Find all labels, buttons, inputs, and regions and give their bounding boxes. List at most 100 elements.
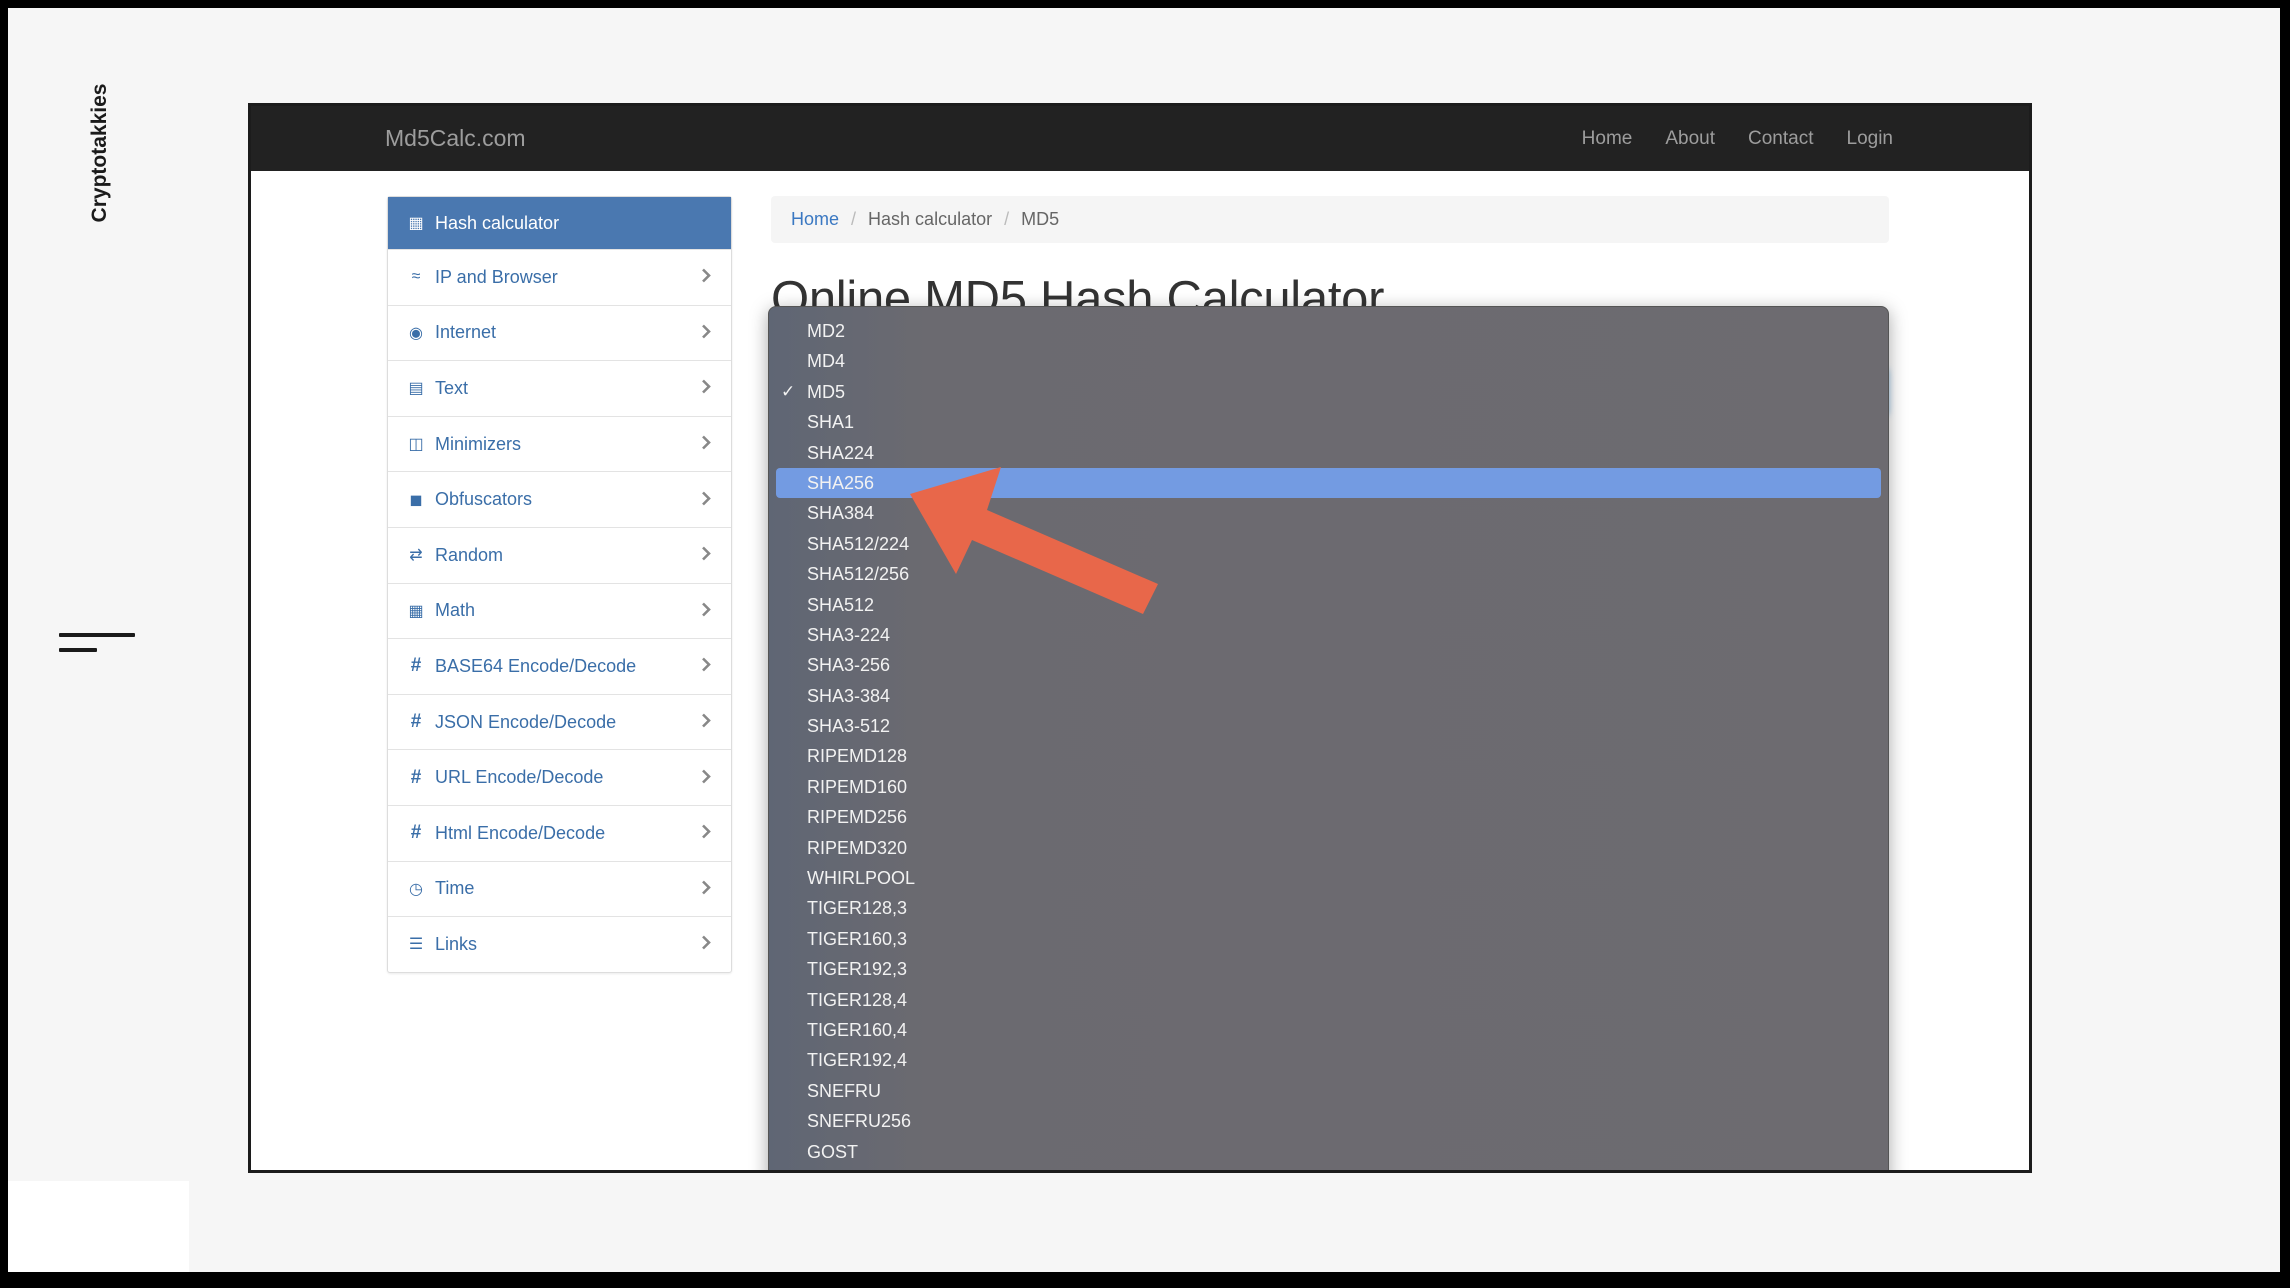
breadcrumb-home[interactable]: Home [791, 209, 839, 230]
shuffle-icon: ⇄ [409, 547, 423, 565]
sidebar-item-label: Html Encode/Decode [435, 822, 606, 843]
dropdown-option-label: SHA256 [807, 472, 875, 493]
chevron-right-icon [701, 378, 711, 399]
sidebar-item[interactable]: ≈ IP and Browser [388, 249, 731, 305]
file-text-icon: ▤ [408, 380, 424, 398]
dropdown-option[interactable]: ✓ MD5 [776, 377, 1881, 407]
dropdown-option-label: MD2 [807, 321, 846, 341]
sidebar-item-label: Links [435, 933, 478, 954]
dropdown-option[interactable]: SHA1 [776, 407, 1881, 437]
dropdown-option[interactable]: SHA3-512 [776, 711, 1881, 741]
dropdown-option[interactable]: SHA512/224 [776, 529, 1881, 559]
dropdown-option[interactable]: TIGER128,4 [776, 985, 1881, 1015]
dropdown-option[interactable]: SHA512/256 [776, 559, 1881, 589]
dropdown-option-label: TIGER128,3 [807, 898, 908, 919]
hamburger-icon[interactable] [59, 633, 139, 663]
sidebar-item-label: Internet [435, 322, 497, 343]
dropdown-option[interactable]: TIGER192,4 [776, 1045, 1881, 1075]
dropdown-option-label: TIGER192,3 [807, 959, 908, 980]
sidebar-item[interactable]: ◼ Obfuscators [388, 471, 731, 527]
sidebar-item-label: Time [435, 878, 475, 899]
sidebar-item-label: BASE64 Encode/Decode [435, 655, 637, 676]
dropdown-option-label: SHA3-384 [807, 685, 891, 706]
dropdown-option-label: TIGER192,4 [807, 1050, 908, 1071]
sidebar-item[interactable]: # JSON Encode/Decode [388, 693, 731, 750]
sidebar-item-label: JSON Encode/Decode [435, 711, 617, 732]
dropdown-option-label: WHIRLPOOL [807, 868, 916, 889]
checkmark-icon: ✓ [781, 381, 796, 401]
sidebar-item-label: Math [435, 600, 476, 621]
dropdown-option-label: RIPEMD320 [807, 837, 908, 858]
dropdown-option-label: SHA512 [807, 594, 875, 615]
zip-file-icon: ◫ [408, 436, 424, 454]
sidebar-item-label: Obfuscators [435, 489, 533, 510]
chevron-right-icon [701, 267, 711, 288]
dropdown-option-label: TIGER160,4 [807, 1019, 908, 1040]
dropdown-option[interactable]: RIPEMD256 [776, 802, 1881, 832]
chevron-right-icon [701, 823, 711, 844]
hash-icon: # [410, 711, 422, 733]
chevron-right-icon [701, 545, 711, 566]
sidebar-item[interactable]: ◫ Minimizers [388, 415, 731, 472]
chevron-right-icon [701, 767, 711, 788]
breadcrumb-current: MD5 [1021, 209, 1060, 229]
dropdown-option[interactable]: WHIRLPOOL [776, 863, 1881, 893]
chevron-right-icon [701, 934, 711, 955]
dropdown-option[interactable]: TIGER192,3 [776, 954, 1881, 984]
nav-login[interactable]: Login [1847, 106, 1894, 171]
sidebar: ▦ Hash calculator ≈ IP and Browser ◉ Internet… [387, 196, 732, 973]
dropdown-option[interactable]: TIGER128,3 [776, 893, 1881, 923]
chevron-right-icon [701, 878, 711, 899]
hash-icon: # [410, 655, 422, 677]
dropdown-option-label: MD4 [807, 351, 846, 372]
sidebar-item[interactable]: ▤ Text [388, 360, 731, 416]
dropdown-option[interactable]: MD2 [776, 316, 1881, 346]
dropdown-option[interactable]: SHA3-224 [776, 620, 1881, 650]
breadcrumb-section: Hash calculator [868, 209, 993, 229]
dropdown-option-label: MD5 [807, 381, 846, 402]
wifi-icon: ≈ [411, 268, 421, 286]
dropdown-option[interactable]: TIGER160,3 [776, 924, 1881, 954]
breadcrumb: Home / Hash calculator / MD5 [771, 196, 1889, 243]
dropdown-option[interactable]: RIPEMD160 [776, 772, 1881, 802]
nav-home[interactable]: Home [1582, 106, 1633, 171]
dropdown-option[interactable]: SHA224 [776, 438, 1881, 468]
sidebar-item-label: Hash calculator [435, 212, 560, 233]
sidebar-item[interactable]: ☰ Links [388, 916, 731, 972]
dropdown-option[interactable]: RIPEMD128 [776, 741, 1881, 771]
dropdown-option[interactable]: SHA3-256 [776, 650, 1881, 680]
dropdown-option-label: SHA512/224 [807, 533, 910, 554]
nav-about[interactable]: About [1665, 106, 1715, 171]
dropdown-option[interactable]: RIPEMD320 [776, 833, 1881, 863]
nav-contact[interactable]: Contact [1748, 106, 1813, 171]
dropdown-option[interactable]: TIGER160,4 [776, 1015, 1881, 1045]
chevron-right-icon [701, 322, 711, 343]
hash-type-dropdown[interactable]: MD2 MD4 ✓ MD5 SHA1 SHA224 SHA256 SHA384 SHA512/2… [768, 306, 1889, 1170]
dropdown-option[interactable]: SHA256 [776, 467, 1881, 499]
dropdown-option[interactable]: MD4 [776, 346, 1881, 376]
dropdown-option[interactable]: GOST [776, 1137, 1881, 1167]
dropdown-option-label: RIPEMD160 [807, 776, 908, 797]
calculator-icon: ▦ [408, 602, 424, 620]
dropdown-option-label: SHA3-224 [807, 624, 891, 645]
sidebar-item[interactable]: ◉ Internet [388, 304, 731, 361]
dropdown-option[interactable]: SHA3-384 [776, 681, 1881, 711]
globe-icon: ◉ [409, 324, 423, 342]
sidebar-item[interactable]: ▦ Math [388, 582, 731, 639]
dropdown-option[interactable]: SHA384 [776, 498, 1881, 528]
hash-icon: # [410, 822, 422, 844]
sidebar-item[interactable]: ▦ Hash calculator [388, 197, 731, 249]
sidebar-item-label: IP and Browser [435, 266, 558, 287]
dropdown-option[interactable]: SNEFRU [776, 1076, 1881, 1106]
site-logo[interactable]: Md5Calc.com [385, 106, 526, 171]
sidebar-item[interactable]: # URL Encode/Decode [388, 749, 731, 805]
dropdown-option-label: SHA224 [807, 442, 875, 463]
nav-links: Home About Contact Login [1549, 106, 1893, 171]
dropdown-option[interactable]: SNEFRU256 [776, 1106, 1881, 1136]
sidebar-item[interactable]: ◷ Time [388, 860, 731, 917]
sidebar-item[interactable]: ⇄ Random [388, 526, 731, 583]
sidebar-item[interactable]: # BASE64 Encode/Decode [388, 638, 731, 694]
breadcrumb-separator: / [1004, 209, 1010, 229]
dropdown-option[interactable]: SHA512 [776, 590, 1881, 620]
sidebar-item[interactable]: # Html Encode/Decode [388, 804, 731, 861]
